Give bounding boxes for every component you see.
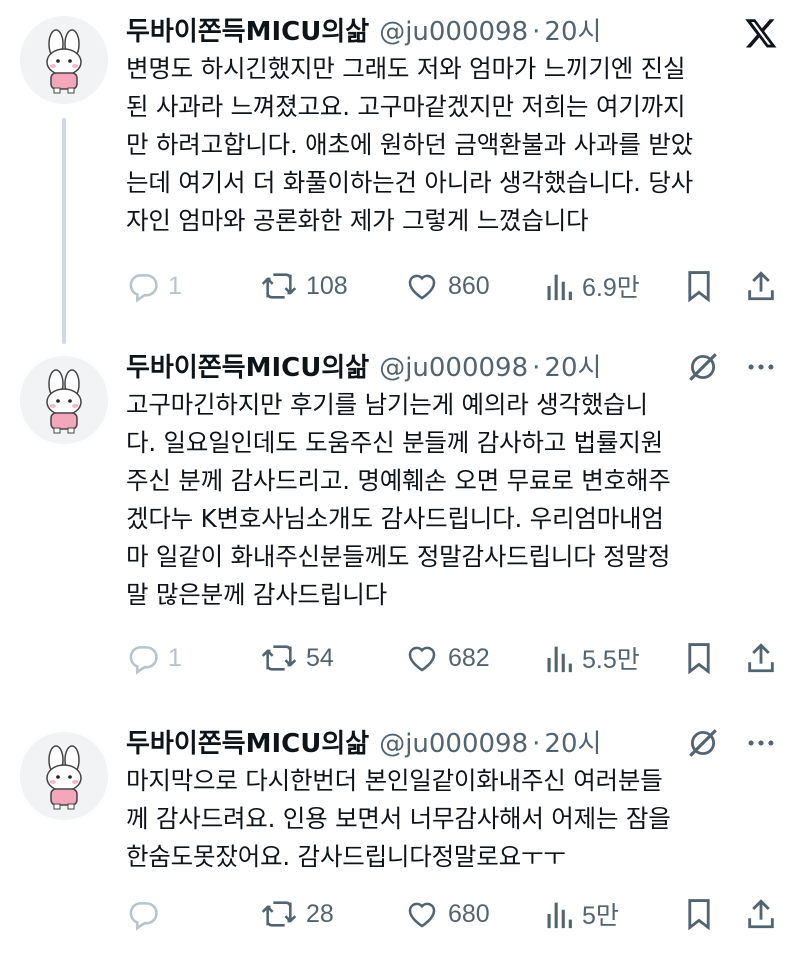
bookmark-button[interactable]	[684, 268, 714, 304]
like-count: 682	[448, 643, 490, 672]
share-icon	[748, 643, 774, 673]
user-handle[interactable]: @ju000098	[379, 17, 528, 47]
share-icon	[748, 899, 774, 929]
avatar[interactable]	[20, 16, 108, 104]
heart-icon	[408, 646, 436, 672]
retweet-button[interactable]: 108	[260, 268, 348, 304]
avatar[interactable]	[20, 356, 108, 444]
like-count: 680	[448, 899, 490, 928]
action-bar: 28 680 5만	[126, 896, 786, 932]
grok-icon	[689, 353, 717, 381]
bar-chart-icon	[547, 902, 572, 929]
retweet-count: 28	[306, 899, 334, 928]
timestamp[interactable]: 20시	[544, 729, 601, 759]
views-button[interactable]: 5.5만	[544, 640, 640, 676]
more-button[interactable]	[744, 726, 778, 764]
bunny-avatar-icon	[20, 356, 108, 444]
bunny-avatar-icon	[20, 732, 108, 820]
reply-count: 1	[168, 271, 182, 300]
reply-count: 1	[168, 643, 182, 672]
reply-button[interactable]: 1	[126, 640, 182, 676]
thread-line	[62, 118, 66, 344]
tweet[interactable]: 두바이쫀득MICU의삶 @ju000098 · 20시 변명도 하시긴했지만 그래도 …	[0, 0, 800, 344]
heart-icon	[408, 902, 436, 928]
more-button[interactable]	[744, 350, 778, 388]
like-count: 860	[448, 271, 490, 300]
share-icon	[748, 271, 774, 301]
retweet-icon	[261, 901, 297, 927]
views-button[interactable]: 5만	[544, 896, 619, 932]
retweet-count: 54	[306, 643, 334, 672]
retweet-icon	[261, 273, 297, 299]
action-bar: 1 54 682 5.5만	[126, 640, 786, 676]
separator: ·	[532, 17, 541, 47]
tweet[interactable]: 두바이쫀득MICU의삶 @ju000098 · 20시 고구마긴하지만 후기를 남기는…	[0, 336, 800, 706]
reply-button[interactable]: 1	[126, 268, 182, 304]
grok-icon	[689, 729, 717, 757]
reply-icon	[129, 274, 158, 303]
timestamp[interactable]: 20시	[544, 17, 601, 47]
like-button[interactable]: 860	[404, 268, 490, 304]
view-count: 5.5만	[582, 646, 640, 674]
grok-button[interactable]	[686, 726, 720, 764]
bookmark-icon	[688, 899, 710, 931]
reply-icon	[129, 902, 158, 931]
bookmark-button[interactable]	[684, 640, 714, 676]
bookmark-button[interactable]	[684, 896, 714, 932]
views-button[interactable]: 6.9만	[544, 268, 640, 304]
bar-chart-icon	[547, 646, 572, 673]
action-bar: 1 108 860 6.9만	[126, 268, 786, 304]
share-button[interactable]	[746, 268, 776, 304]
tweet-text: 변명도 하시긴했지만 그래도 저와 엄마가 느끼기엔 진실 된 사과라 느껴졌고…	[126, 54, 693, 235]
separator: ·	[532, 729, 541, 759]
share-button[interactable]	[746, 896, 776, 932]
grok-button[interactable]	[686, 350, 720, 388]
x-logo-icon	[744, 16, 778, 54]
timestamp[interactable]: 20시	[544, 353, 601, 383]
reply-icon	[129, 646, 158, 675]
bar-chart-icon	[547, 274, 572, 301]
like-button[interactable]: 680	[404, 896, 490, 932]
tweet-header: 두바이쫀득MICU의삶 @ju000098 · 20시	[126, 724, 601, 764]
display-name[interactable]: 두바이쫀득MICU의삶	[126, 17, 369, 47]
display-name[interactable]: 두바이쫀득MICU의삶	[126, 353, 369, 383]
retweet-button[interactable]: 28	[260, 896, 334, 932]
more-icon	[748, 364, 774, 370]
tweet-text: 마지막으로 다시한번더 본인일같이화내주신 여러분들 께 감사드려요. 인용 보…	[126, 766, 671, 871]
tweet-header: 두바이쫀득MICU의삶 @ju000098 · 20시	[126, 12, 601, 52]
display-name[interactable]: 두바이쫀득MICU의삶	[126, 729, 369, 759]
like-button[interactable]: 682	[404, 640, 490, 676]
bookmark-icon	[688, 271, 710, 303]
view-count: 5만	[582, 902, 619, 930]
tweet-header: 두바이쫀득MICU의삶 @ju000098 · 20시	[126, 348, 601, 388]
retweet-icon	[261, 645, 297, 671]
bunny-avatar-icon	[20, 16, 108, 104]
tweet[interactable]: 두바이쫀득MICU의삶 @ju000098 · 20시 마지막으로 다시한번더 본인일…	[0, 712, 800, 957]
user-handle[interactable]: @ju000098	[379, 729, 528, 759]
share-button[interactable]	[746, 640, 776, 676]
separator: ·	[532, 353, 541, 383]
tweet-text: 고구마긴하지만 후기를 남기는게 예의라 생각했습니 다. 일요일인데도 도움주…	[126, 390, 671, 609]
user-handle[interactable]: @ju000098	[379, 353, 528, 383]
reply-button[interactable]	[126, 896, 168, 932]
avatar[interactable]	[20, 732, 108, 820]
bookmark-icon	[688, 643, 710, 675]
retweet-count: 108	[306, 271, 348, 300]
retweet-button[interactable]: 54	[260, 640, 334, 676]
view-count: 6.9만	[582, 274, 640, 302]
heart-icon	[408, 274, 436, 300]
more-icon	[748, 740, 774, 746]
